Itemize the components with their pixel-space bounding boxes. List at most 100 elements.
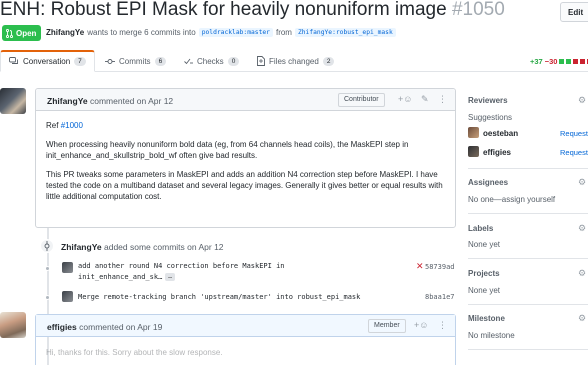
ci-failure-icon[interactable]: ✕ xyxy=(416,261,424,272)
gear-icon[interactable]: ⚙ xyxy=(578,95,586,106)
commit-author-avatar[interactable] xyxy=(62,291,73,302)
comment-author[interactable]: ZhifangYe xyxy=(47,96,88,106)
edit-pencil-icon[interactable]: ✎ xyxy=(421,94,429,105)
diffstat-block xyxy=(573,59,579,64)
pr-title-text: ENH: Robust EPI Mask for heavily nonunif… xyxy=(0,0,447,20)
role-badge: Contributor xyxy=(338,93,385,107)
git-pull-request-icon xyxy=(6,28,13,38)
diffstat: +37 −30 xyxy=(530,57,588,66)
ref-prefix: Ref xyxy=(46,121,59,130)
tab-checks-count: 0 xyxy=(227,56,240,66)
avatar[interactable] xyxy=(468,146,479,157)
comment-author-line: effigies commented on Apr 19 xyxy=(47,322,162,332)
commit-message-line[interactable]: init_enhance_and_sk… xyxy=(78,273,162,281)
commits-author[interactable]: ZhifangYe xyxy=(61,242,102,252)
comment-timestamp[interactable]: commented on Apr 12 xyxy=(90,96,173,106)
edit-button[interactable]: Edit xyxy=(560,2,588,22)
commits-action: added some commits on Apr 12 xyxy=(104,242,224,252)
assignees-value[interactable]: No one—assign yourself xyxy=(468,195,588,204)
add-reaction-icon[interactable]: +☺ xyxy=(414,320,428,330)
sidebar-divider xyxy=(468,349,588,350)
commit-sha[interactable]: 58739ad xyxy=(425,263,455,271)
milestone-title[interactable]: Milestone xyxy=(468,314,588,323)
diffstat-block xyxy=(559,59,565,64)
sidebar-divider xyxy=(468,258,588,259)
pr-number: #1050 xyxy=(451,0,505,20)
sidebar-divider xyxy=(468,213,588,214)
tab-conversation-count: 7 xyxy=(74,57,86,66)
comment-paragraph: This PR tweaks some parameters in MaskEP… xyxy=(46,170,443,201)
base-branch[interactable]: poldracklab:master xyxy=(198,28,273,37)
commit-author-avatar[interactable] xyxy=(62,262,73,273)
gear-icon[interactable]: ⚙ xyxy=(578,313,586,324)
milestone-value: No milestone xyxy=(468,331,515,340)
comment-body: Ref #1000 When processing heavily nonuni… xyxy=(46,120,446,210)
tab-files-changed-count: 2 xyxy=(322,56,335,66)
add-reaction-icon[interactable]: +☺ xyxy=(398,94,412,104)
file-diff-icon xyxy=(257,56,265,66)
comment-header: effigies commented on Apr 19 Member +☺ ⋮ xyxy=(36,315,455,337)
comment-discussion-icon xyxy=(9,57,18,64)
tab-files-changed-label: Files changed xyxy=(269,56,319,66)
comment-body: Hi, thanks for this. Sorry about the slo… xyxy=(46,348,223,357)
projects-title[interactable]: Projects xyxy=(468,269,588,278)
diffstat-block xyxy=(580,59,586,64)
commit-sha[interactable]: 8baa1e7 xyxy=(425,293,455,301)
comment-ref: Ref #1000 xyxy=(46,120,446,131)
sidebar-divider xyxy=(468,304,588,305)
avatar[interactable] xyxy=(0,88,26,114)
reviewer-name[interactable]: effigies xyxy=(483,148,511,157)
suggestions-label: Suggestions xyxy=(468,113,513,122)
issue-link[interactable]: #1000 xyxy=(61,121,83,130)
tab-files-changed[interactable]: Files changed 2 xyxy=(257,50,335,72)
state-label: Open xyxy=(16,28,37,38)
projects-value: None yet xyxy=(468,286,501,295)
git-commit-icon xyxy=(40,239,54,253)
tab-conversation-label: Conversation xyxy=(23,57,71,66)
comment-box: ZhifangYe commented on Apr 12 Contributo… xyxy=(35,88,456,228)
pr-title: ENH: Robust EPI Mask for heavily nonunif… xyxy=(0,0,505,22)
expand-commit-button[interactable]: … xyxy=(165,273,175,281)
commit-message-line[interactable]: add another round N4 correction before M… xyxy=(78,261,285,272)
reviewer-name[interactable]: oesteban xyxy=(483,129,518,138)
role-badge: Member xyxy=(368,319,406,333)
request-review-button[interactable]: Request xyxy=(560,148,588,157)
diffstat-block xyxy=(566,59,572,64)
tab-checks-label: Checks xyxy=(197,56,224,66)
labels-title[interactable]: Labels xyxy=(468,224,588,233)
tab-commits-label: Commits xyxy=(119,56,151,66)
checklist-icon xyxy=(184,58,193,64)
avatar[interactable] xyxy=(0,312,26,338)
commits-event-header: ZhifangYe added some commits on Apr 12 xyxy=(61,242,224,252)
commit-message[interactable]: Merge remote-tracking branch 'upstream/m… xyxy=(78,292,360,303)
sidebar-divider xyxy=(468,168,588,169)
deletions-count: −30 xyxy=(544,57,558,66)
merge-text: wants to merge 6 commits into xyxy=(87,28,196,37)
comment-author-line: ZhifangYe commented on Apr 12 xyxy=(47,96,173,106)
pr-author-link[interactable]: ZhifangYe xyxy=(46,28,84,37)
request-review-button[interactable]: Request xyxy=(560,129,588,138)
additions-count: +37 xyxy=(530,57,543,66)
git-commit-icon xyxy=(105,58,115,64)
labels-value: None yet xyxy=(468,240,501,249)
comment-paragraph: When processing heavily nonuniform bold … xyxy=(46,140,409,160)
gear-icon[interactable]: ⚙ xyxy=(578,268,586,279)
head-branch[interactable]: ZhifangYe:robust_epi_mask xyxy=(294,28,396,37)
kebab-menu-icon[interactable]: ⋮ xyxy=(438,94,447,105)
pr-meta: ZhifangYe wants to merge 6 commits into … xyxy=(46,28,396,37)
commit-dot xyxy=(45,295,50,300)
tab-conversation[interactable]: Conversation 7 xyxy=(0,50,95,72)
from-text: from xyxy=(275,28,292,37)
tab-checks[interactable]: Checks 0 xyxy=(184,50,240,72)
kebab-menu-icon[interactable]: ⋮ xyxy=(438,320,447,331)
tab-commits-count: 6 xyxy=(154,56,167,66)
gear-icon[interactable]: ⚙ xyxy=(578,223,586,234)
comment-author[interactable]: effigies xyxy=(47,322,77,332)
assignees-title[interactable]: Assignees xyxy=(468,178,588,187)
comment-timestamp[interactable]: commented on Apr 19 xyxy=(79,322,162,332)
avatar[interactable] xyxy=(468,127,479,138)
gear-icon[interactable]: ⚙ xyxy=(578,177,586,188)
reviewers-title[interactable]: Reviewers xyxy=(468,96,588,105)
tab-commits[interactable]: Commits 6 xyxy=(105,50,167,72)
commit-dot xyxy=(45,266,50,271)
